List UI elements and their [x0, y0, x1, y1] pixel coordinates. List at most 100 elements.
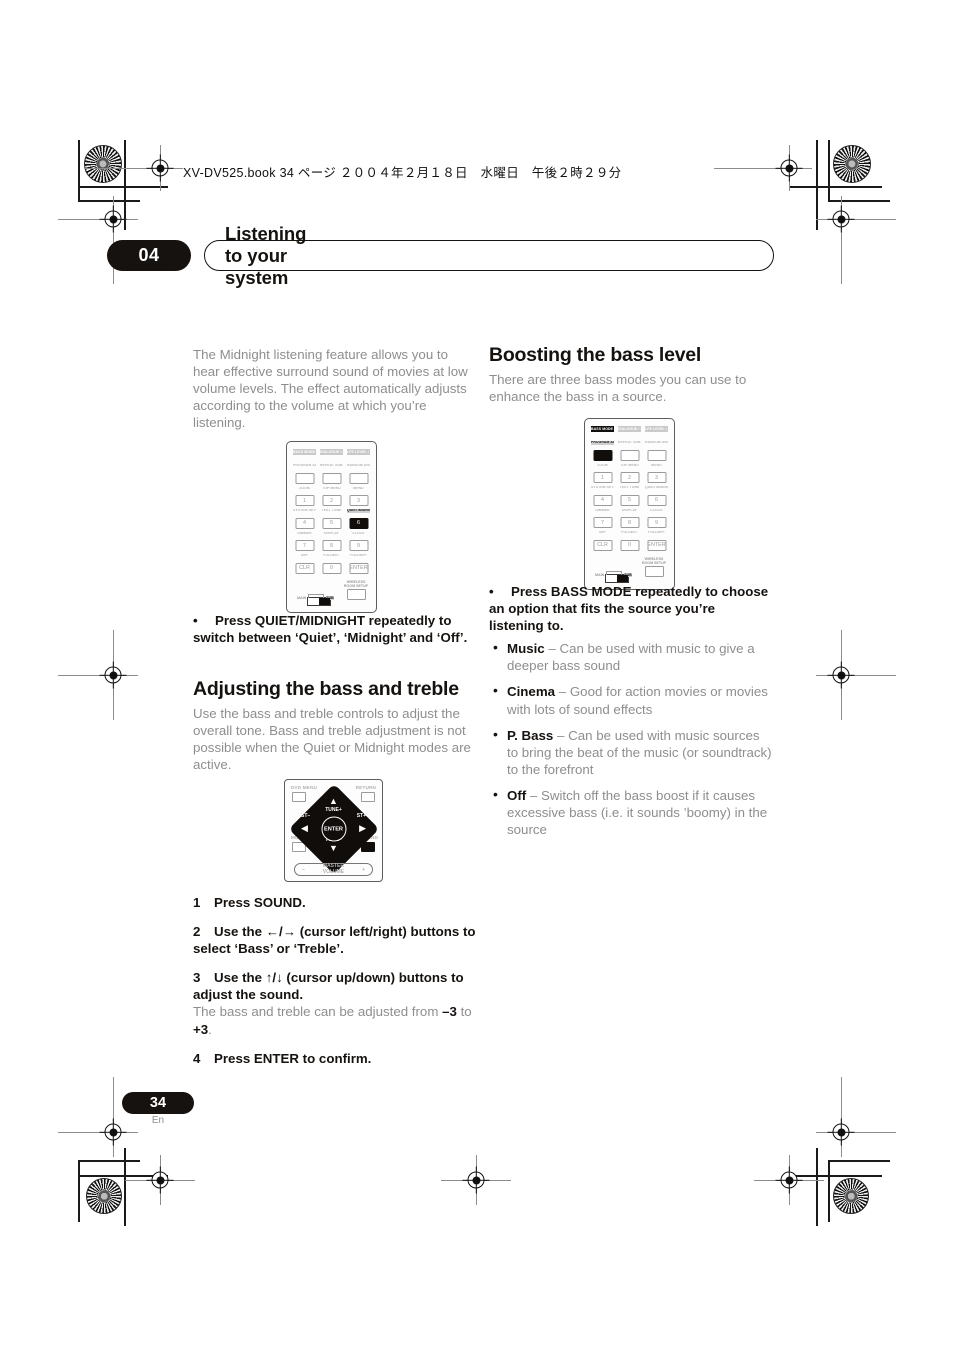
remote-key-label: LFE LEVEL / VIRTUAL SB: [645, 426, 668, 433]
remote-key-cap[interactable]: 3: [349, 495, 368, 507]
remote-key[interactable]: REPEAT SUBTITLE: [618, 441, 641, 462]
return-button[interactable]: [361, 792, 375, 802]
remote-key-label: RANDOM ANGLE: [645, 441, 668, 444]
remote-key-cap[interactable]: CLR: [593, 539, 612, 551]
cursor-up-icon[interactable]: ▲: [329, 797, 338, 806]
remote-key-cap[interactable]: 2: [322, 495, 341, 507]
volume-minus-button[interactable]: –: [302, 867, 305, 873]
dvd-menu-button[interactable]: [292, 792, 306, 802]
bass-treble-body: Use the bass and treble controls to adju…: [193, 706, 471, 773]
remote-main-label: MAIN: [297, 596, 307, 600]
remote-key-cap[interactable]: 0: [620, 539, 639, 551]
remote-key-cap[interactable]: 4: [593, 494, 612, 506]
remote-key-cap[interactable]: 3: [647, 472, 666, 484]
remote-key[interactable]: ZOOM 1: [591, 464, 614, 485]
remote-key[interactable]: RANDOM ANGLE: [645, 441, 668, 462]
remote-key-cap[interactable]: [349, 472, 368, 484]
boosting-bass-body: There are three bass modes you can use t…: [489, 372, 747, 405]
figure-cursor-pad: DVD MENURETURNMUTESOUND▲TUNE+TUNE–▼◀ST–▶…: [284, 779, 383, 882]
registration-cross-icon: [754, 1155, 824, 1205]
remote-header-key[interactable]: LFE LEVEL / VIRTUAL SB: [347, 449, 370, 462]
bass-mode-item: Music – Can be used with music to give a…: [489, 639, 772, 674]
remote-key-cap[interactable]: 1: [295, 495, 314, 507]
bass-mode-instruction: • Press BASS MODE repeatedly to choose an…: [489, 584, 769, 634]
remote-key[interactable]: SYSTEM SETUP 4: [591, 486, 614, 507]
remote-key-cap[interactable]: 8: [322, 540, 341, 552]
remote-main-sub-switch[interactable]: [307, 597, 331, 606]
remote-key-cap[interactable]: 9: [349, 540, 368, 552]
remote-key-cap[interactable]: [295, 472, 314, 484]
remote-key[interactable]: DIMMER 7: [591, 509, 614, 530]
remote-key-label: QUIET/MIDNIGHT: [347, 509, 370, 513]
remote-key-label: ZOOM: [299, 486, 310, 490]
remote-key-cap[interactable]: [647, 449, 666, 461]
remote-wireless-room-setup-key[interactable]: [346, 589, 366, 600]
remote-key[interactable]: DIMMER 7: [293, 532, 316, 553]
remote-key[interactable]: QUIET/MIDNIGHT 6: [645, 486, 668, 507]
remote-key[interactable]: SYSTEM SETUP 4: [293, 509, 316, 530]
volume-plus-button[interactable]: +: [362, 867, 365, 873]
remote-key[interactable]: TOP MENU 2: [618, 464, 641, 485]
remote-key[interactable]: DISPLAY 8: [320, 532, 343, 553]
crop-mark-line: [78, 1160, 80, 1222]
remote-key-cap[interactable]: 5: [620, 494, 639, 506]
dvd-menu-label: DVD MENU: [291, 785, 318, 790]
remote-key-cap[interactable]: 6: [647, 494, 666, 506]
remote-key-cap[interactable]: 4: [295, 517, 314, 529]
registration-cross-icon: [816, 196, 896, 284]
remote-main-sub-switch[interactable]: [605, 574, 629, 583]
remote-key[interactable]: PROGRAM AUDIO: [591, 441, 614, 462]
remote-key[interactable]: FOLDER– 0: [320, 554, 343, 575]
enter-button[interactable]: ENTER: [321, 816, 346, 842]
remote-key-cap[interactable]: [620, 449, 639, 461]
remote-key[interactable]: QUIET/MIDNIGHT 6: [347, 509, 370, 530]
remote-key[interactable]: FOLDER– 0: [618, 531, 641, 552]
remote-key[interactable]: REPEAT SUBTITLE: [320, 464, 343, 485]
cursor-down-icon[interactable]: ▼: [329, 844, 338, 853]
remote-key-cap[interactable]: [322, 472, 341, 484]
remote-wireless-room-setup-key[interactable]: [644, 566, 664, 577]
remote-key-label: PROGRAM AUDIO: [293, 464, 316, 467]
bass-mode-name: Cinema: [507, 684, 556, 700]
cursor-left-icon[interactable]: ◀: [301, 824, 308, 833]
cursor-right-icon[interactable]: ▶: [359, 824, 366, 833]
remote-key-cap[interactable]: 1: [593, 472, 612, 484]
remote-key[interactable]: FOLDER+ ENTER: [347, 554, 370, 575]
remote-header-key[interactable]: DIALOGUE / ADVANCED: [320, 449, 343, 462]
remote-key-cap[interactable]: [593, 449, 612, 461]
remote-key-cap[interactable]: CLR: [295, 562, 314, 574]
remote-key-cap[interactable]: ENTER: [349, 562, 368, 574]
remote-key[interactable]: MENU 3: [645, 464, 668, 485]
remote-key[interactable]: TOP MENU 2: [320, 487, 343, 508]
remote-key[interactable]: PROGRAM AUDIO: [293, 464, 316, 485]
remote-key[interactable]: CLOCK 9: [645, 509, 668, 530]
remote-key[interactable]: FOLDER+ ENTER: [645, 531, 668, 552]
remote-key-cap[interactable]: 2: [620, 472, 639, 484]
remote-key-cap[interactable]: 9: [647, 517, 666, 529]
remote-header-key[interactable]: LFE LEVEL / VIRTUAL SB: [645, 426, 668, 439]
remote-key-cap[interactable]: 7: [295, 540, 314, 552]
remote-key[interactable]: CLOCK 9: [347, 532, 370, 553]
crop-mark-line: [124, 1148, 126, 1226]
remote-key[interactable]: TEST TONE 5: [320, 509, 343, 530]
remote-key[interactable]: SB+ CLR: [591, 531, 614, 552]
remote-key-cap[interactable]: 6: [349, 517, 368, 529]
remote-key-cap[interactable]: ENTER: [647, 539, 666, 551]
remote-key[interactable]: MENU 3: [347, 487, 370, 508]
remote-header-key[interactable]: BASS MODE / SURROUND: [293, 449, 316, 462]
remote-key-cap[interactable]: 0: [322, 562, 341, 574]
remote-header-key[interactable]: DIALOGUE / ADVANCED: [618, 426, 641, 439]
remote-key[interactable]: ZOOM 1: [293, 487, 316, 508]
remote-key[interactable]: SB+ CLR: [293, 554, 316, 575]
remote-key[interactable]: RANDOM ANGLE: [347, 464, 370, 485]
right-column: Boosting the bass level There are three …: [489, 344, 772, 405]
remote-key-cap[interactable]: 5: [322, 517, 341, 529]
remote-header-key[interactable]: BASS MODE / SURROUND: [591, 426, 614, 439]
registration-cross-icon: [816, 630, 896, 720]
remote-key-label: FOLDER+: [350, 554, 367, 557]
master-volume-control[interactable]: – MASTER VOLUME +: [294, 863, 373, 876]
remote-key-cap[interactable]: 8: [620, 517, 639, 529]
remote-key-cap[interactable]: 7: [593, 517, 612, 529]
remote-key[interactable]: DISPLAY 8: [618, 509, 641, 530]
remote-key[interactable]: TEST TONE 5: [618, 486, 641, 507]
